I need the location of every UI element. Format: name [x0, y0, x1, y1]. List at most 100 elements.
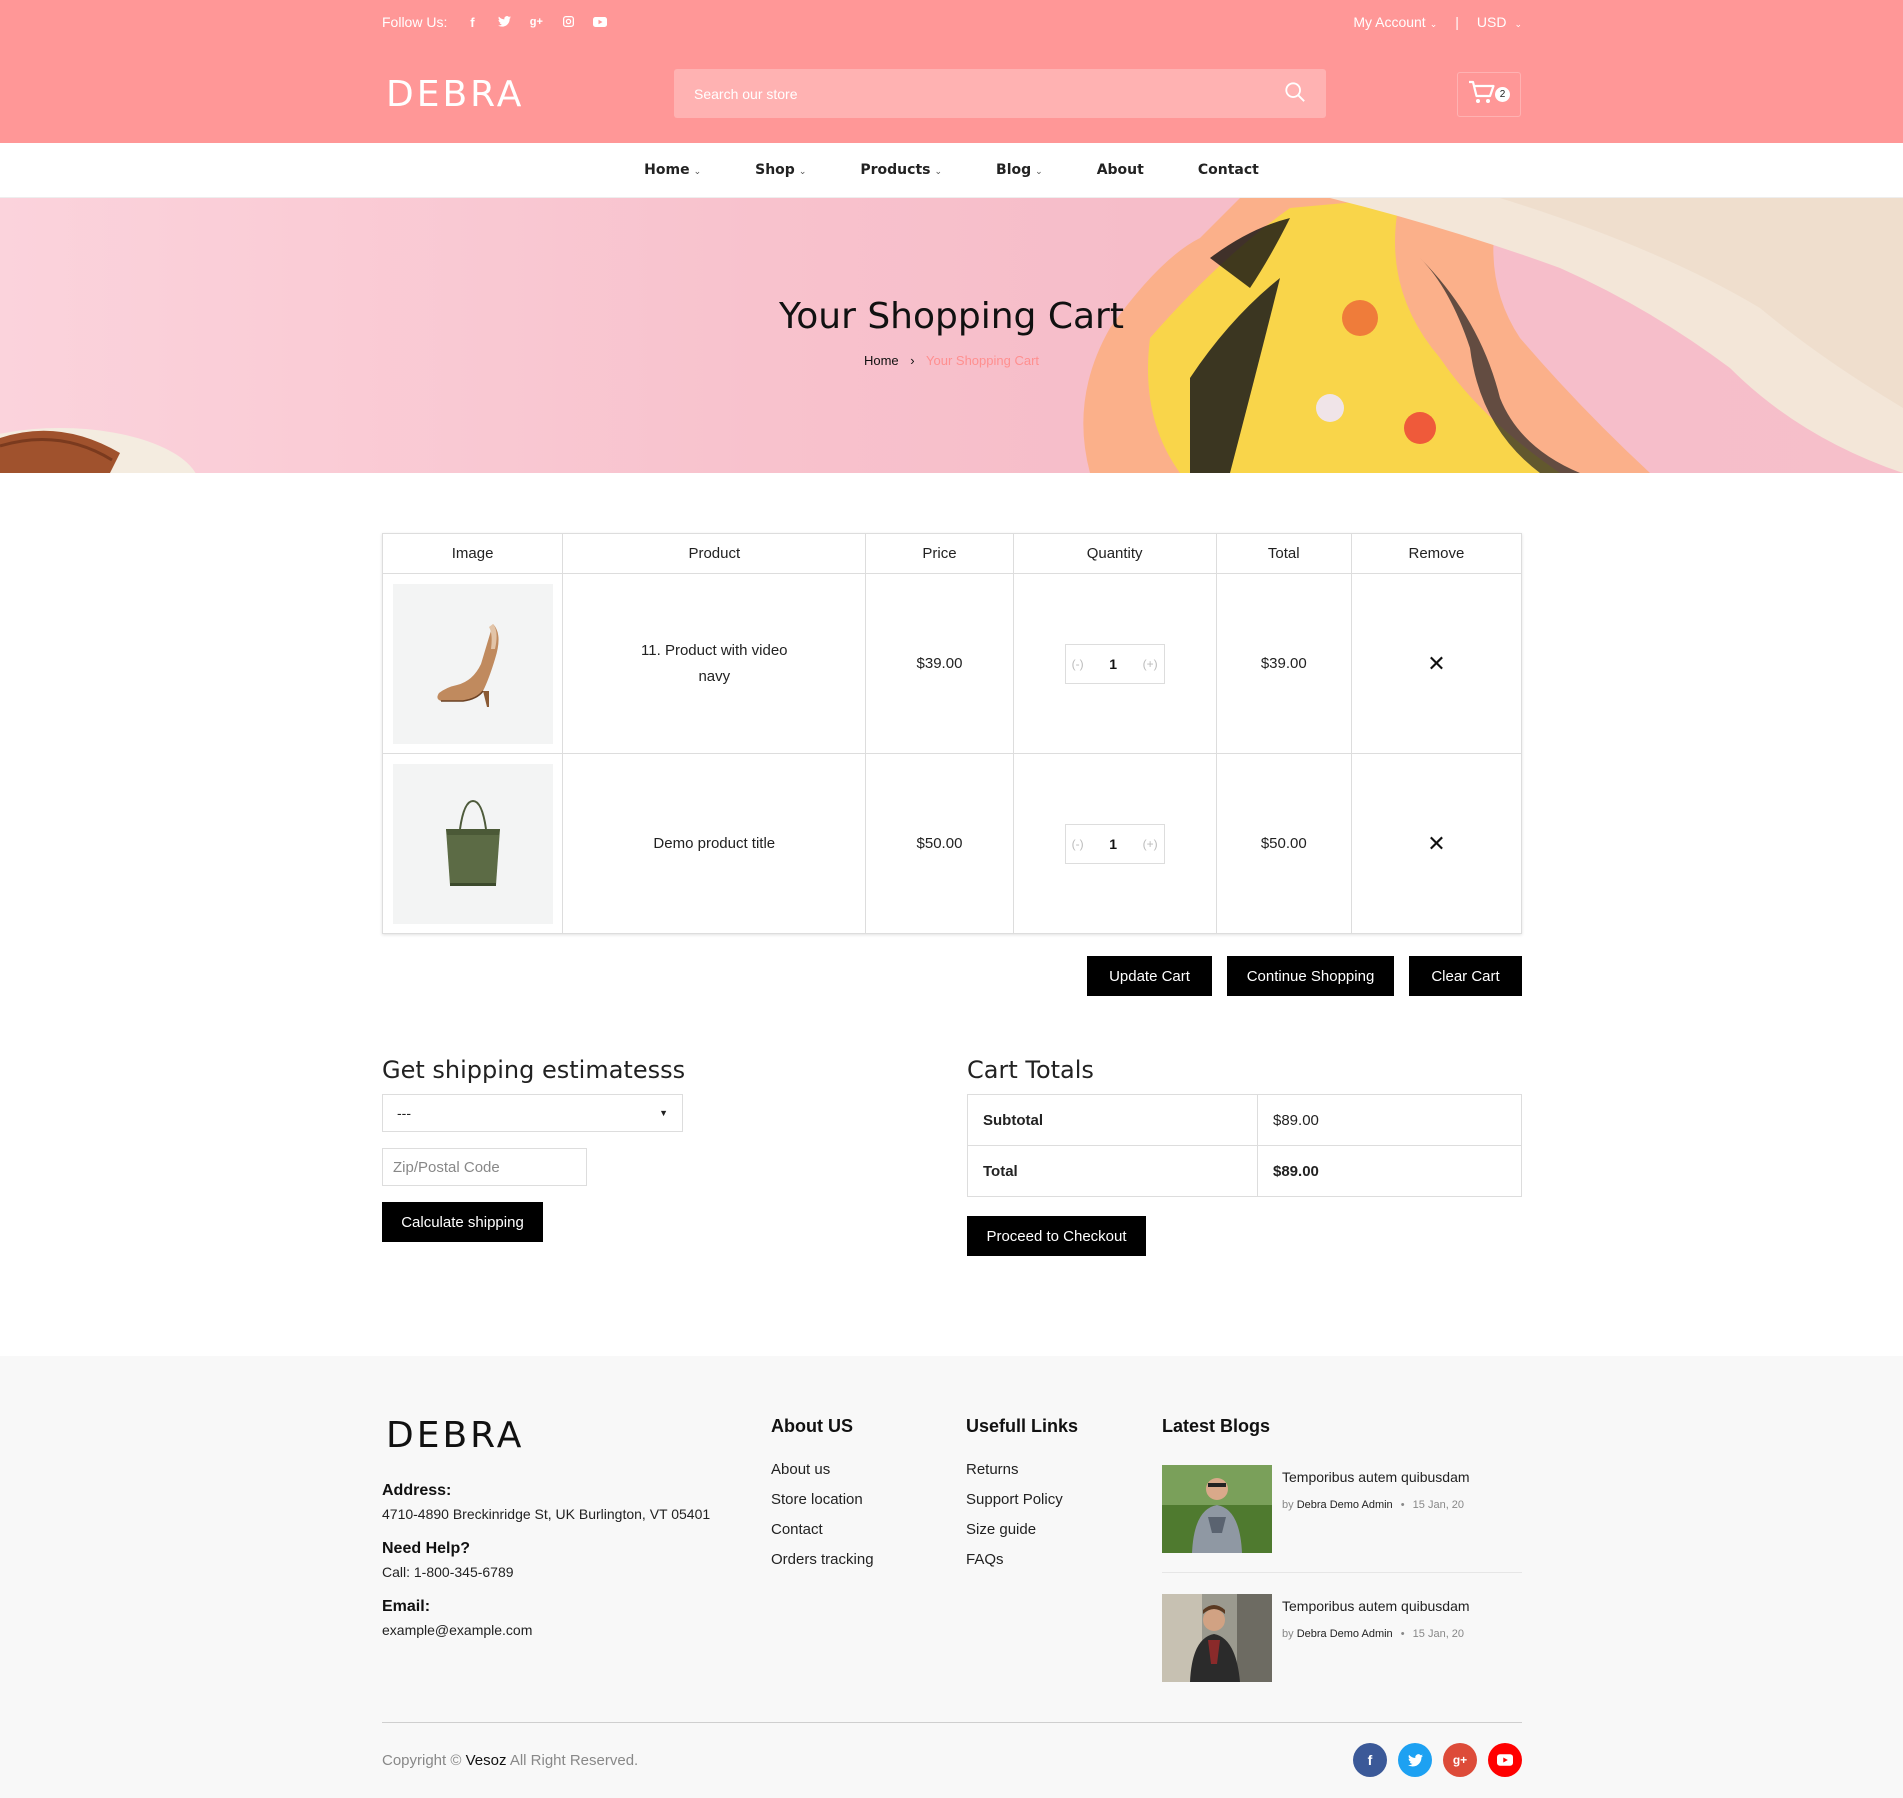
remove-item-icon[interactable]: ✕	[1427, 651, 1445, 676]
google-plus-icon[interactable]: g+	[529, 16, 543, 28]
clear-cart-button[interactable]: Clear Cart	[1409, 956, 1522, 996]
footer-link-size-guide[interactable]: Size guide	[966, 1520, 1063, 1550]
cart-icon	[1468, 80, 1496, 109]
nav-shop[interactable]: Shop ⌄	[728, 162, 833, 178]
copyright-brand-link[interactable]: Vesoz	[466, 1752, 507, 1769]
qty-decrease-button[interactable]: (-)	[1072, 657, 1084, 671]
cell-price: $39.00	[865, 573, 1014, 754]
header-quantity: Quantity	[1012, 533, 1217, 574]
social-links-top: f g+	[465, 15, 608, 30]
footer-link-store-location[interactable]: Store location	[771, 1490, 874, 1520]
proceed-to-checkout-button[interactable]: Proceed to Checkout	[967, 1216, 1146, 1256]
total-value: $89.00	[1257, 1145, 1522, 1197]
qty-increase-button[interactable]: (+)	[1143, 837, 1158, 851]
instagram-icon[interactable]	[561, 15, 575, 30]
blog-meta-dot: •	[1400, 1628, 1405, 1640]
cell-product: Demo product title	[562, 753, 867, 934]
country-select-value: ---	[397, 1105, 411, 1121]
chevron-down-icon: ⌄	[693, 167, 702, 177]
search-input[interactable]	[674, 69, 1326, 118]
nav-shop-label: Shop	[755, 162, 795, 178]
footer-link-faqs[interactable]: FAQs	[966, 1550, 1063, 1580]
continue-shopping-button[interactable]: Continue Shopping	[1227, 956, 1394, 996]
header-product: Product	[562, 533, 867, 574]
total-label: Total	[967, 1145, 1258, 1197]
blog-meta-dot: •	[1400, 1499, 1405, 1511]
qty-value[interactable]: 1	[1109, 836, 1117, 852]
blog-title-link[interactable]: Temporibus autem quibusdam	[1282, 1469, 1470, 1485]
breadcrumb-home-link[interactable]: Home	[864, 353, 899, 368]
nav-about[interactable]: About	[1070, 162, 1171, 178]
nav-products-label: Products	[860, 162, 931, 178]
header-total: Total	[1215, 533, 1352, 574]
blog-info: Temporibus autem quibusdam by Debra Demo…	[1282, 1594, 1470, 1684]
blog-thumbnail-image[interactable]	[1162, 1465, 1272, 1553]
blog-divider	[1162, 1572, 1522, 1573]
twitter-icon[interactable]	[497, 15, 511, 30]
blog-info: Temporibus autem quibusdam by Debra Demo…	[1282, 1465, 1470, 1555]
currency-dropdown[interactable]: USD ⌄	[1477, 14, 1522, 30]
useful-links-heading: Usefull Links	[966, 1416, 1079, 1436]
footer-logo[interactable]: DEBRA	[386, 1414, 524, 1458]
nav-blog[interactable]: Blog ⌄	[969, 162, 1070, 178]
follow-label: Follow Us:	[382, 14, 448, 30]
blog-author-link[interactable]: Debra Demo Admin	[1297, 1499, 1393, 1511]
footer-google-plus-icon[interactable]: g+	[1443, 1743, 1477, 1777]
facebook-icon[interactable]: f	[465, 15, 479, 30]
cart-totals-table: Subtotal $89.00 Total $89.00	[967, 1094, 1522, 1197]
search-icon[interactable]	[1284, 81, 1308, 105]
qty-decrease-button[interactable]: (-)	[1072, 837, 1084, 851]
about-us-links: About us Store location Contact Orders t…	[771, 1460, 874, 1580]
blog-author-link[interactable]: Debra Demo Admin	[1297, 1628, 1393, 1640]
footer-link-about-us[interactable]: About us	[771, 1460, 874, 1490]
nav-contact-label: Contact	[1197, 162, 1259, 178]
remove-item-icon[interactable]: ✕	[1427, 831, 1445, 856]
nav-products[interactable]: Products ⌄	[833, 162, 969, 178]
my-account-dropdown[interactable]: My Account ⌄	[1353, 14, 1437, 30]
breadcrumb: Home › Your Shopping Cart	[0, 353, 1903, 368]
site-logo[interactable]: DEBRA	[386, 73, 524, 117]
product-name-link[interactable]: Demo product title	[563, 831, 865, 857]
youtube-icon[interactable]	[593, 15, 608, 30]
cart-button[interactable]: 2	[1457, 72, 1521, 117]
blog-item: Temporibus autem quibusdam by Debra Demo…	[1162, 1594, 1522, 1684]
table-row: Demo product title $50.00 (-) 1 (+) $50.…	[381, 753, 1523, 934]
qty-value[interactable]: 1	[1109, 656, 1117, 672]
product-name-link[interactable]: 11. Product with video	[563, 638, 865, 664]
subtotal-value: $89.00	[1257, 1094, 1522, 1146]
calculate-shipping-button[interactable]: Calculate shipping	[382, 1202, 543, 1242]
footer-facebook-icon[interactable]: f	[1353, 1743, 1387, 1777]
heel-shoe-image[interactable]	[392, 583, 553, 744]
chevron-down-icon: ⌄	[1035, 167, 1043, 177]
blog-title-link[interactable]: Temporibus autem quibusdam	[1282, 1598, 1470, 1614]
useful-links: Returns Support Policy Size guide FAQs	[966, 1460, 1063, 1580]
nav-home[interactable]: Home ⌄	[617, 162, 728, 178]
footer-link-returns[interactable]: Returns	[966, 1460, 1063, 1490]
email-text[interactable]: example@example.com	[382, 1622, 532, 1638]
footer	[0, 1356, 1903, 1798]
cart-table: Image Product Price Quantity Total Remov…	[381, 533, 1523, 934]
footer-youtube-icon[interactable]	[1488, 1743, 1522, 1777]
cell-remove: ✕	[1350, 573, 1523, 754]
zip-postal-input[interactable]	[382, 1148, 587, 1186]
chevron-down-icon: ⌄	[1429, 19, 1438, 29]
topbar-right: My Account ⌄ | USD ⌄	[1353, 14, 1522, 30]
subtotal-label: Subtotal	[967, 1094, 1258, 1146]
breadcrumb-current: Your Shopping Cart	[926, 353, 1040, 368]
footer-twitter-icon[interactable]	[1398, 1743, 1432, 1777]
nav-contact[interactable]: Contact	[1171, 162, 1286, 178]
cell-quantity: (-) 1 (+)	[1012, 753, 1217, 934]
country-select[interactable]: --- ▼	[382, 1094, 683, 1132]
total-row: Total $89.00	[967, 1145, 1522, 1197]
footer-link-orders-tracking[interactable]: Orders tracking	[771, 1550, 874, 1580]
tote-bag-image[interactable]	[392, 763, 553, 924]
blog-meta: by Debra Demo Admin • 15 Jan, 20	[1282, 1499, 1470, 1511]
blog-meta: by Debra Demo Admin • 15 Jan, 20	[1282, 1628, 1470, 1640]
blog-thumbnail-image[interactable]	[1162, 1594, 1272, 1682]
footer-link-contact[interactable]: Contact	[771, 1520, 874, 1550]
qty-increase-button[interactable]: (+)	[1143, 657, 1158, 671]
footer-link-support-policy[interactable]: Support Policy	[966, 1490, 1063, 1520]
page-hero: Your Shopping Cart Home › Your Shopping …	[0, 198, 1903, 473]
update-cart-button[interactable]: Update Cart	[1087, 956, 1212, 996]
help-label: Need Help?	[382, 1540, 471, 1557]
